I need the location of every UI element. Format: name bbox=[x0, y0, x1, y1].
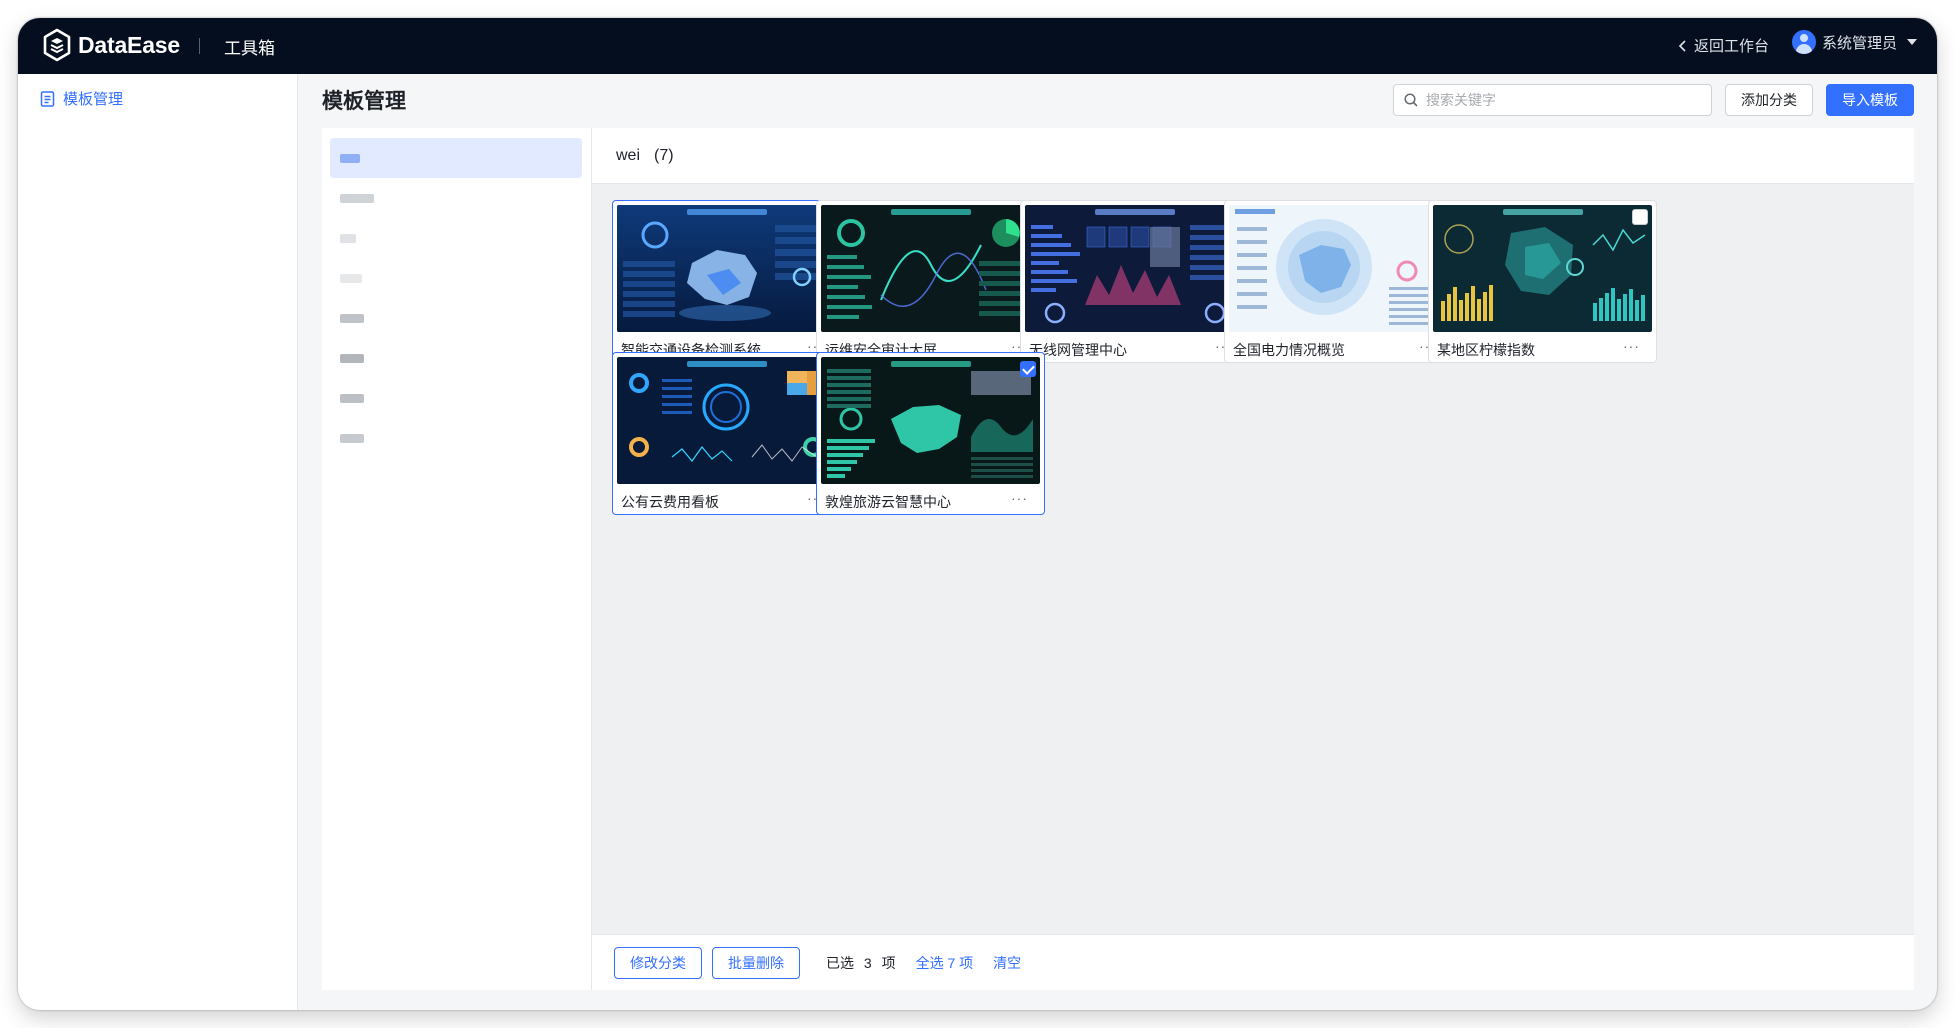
edit-category-button[interactable]: 修改分类 bbox=[614, 946, 702, 979]
category-item[interactable] bbox=[330, 418, 582, 458]
template-name: 公有云费用看板 bbox=[621, 494, 719, 510]
group-header: wei (7) bbox=[592, 128, 1914, 184]
group-name: wei bbox=[616, 146, 641, 164]
category-label-redacted bbox=[340, 273, 362, 283]
category-label-redacted bbox=[340, 193, 374, 203]
category-item[interactable] bbox=[330, 138, 582, 178]
template-card[interactable]: 公有云费用看板··· bbox=[612, 352, 841, 515]
group-count: (7) bbox=[654, 146, 674, 164]
category-list bbox=[322, 128, 591, 990]
add-category-button[interactable]: 添加分类 bbox=[1725, 84, 1813, 116]
caret-down-icon bbox=[1907, 39, 1918, 45]
template-grid-panel: wei (7) 智能交通设备检测系统···运维安全审计大屏···无线网管理中心·… bbox=[591, 128, 1914, 990]
template-thumbnail bbox=[617, 205, 836, 332]
chevron-left-icon bbox=[1678, 39, 1686, 52]
selected-suffix: 项 bbox=[881, 954, 896, 971]
user-name: 系统管理员 bbox=[1822, 34, 1898, 52]
sidebar: 模板管理 bbox=[18, 74, 298, 1010]
template-thumbnail bbox=[617, 357, 836, 484]
template-thumbnail bbox=[1229, 205, 1448, 332]
template-card[interactable]: 敦煌旅游云智慧中心 ··· bbox=[816, 352, 1045, 515]
avatar bbox=[1792, 30, 1816, 54]
section-title: 工具箱 bbox=[224, 39, 275, 58]
category-label-redacted bbox=[340, 313, 364, 323]
template-card[interactable]: 无线网管理中心··· bbox=[1020, 200, 1249, 363]
template-thumbnail bbox=[1025, 205, 1244, 332]
selected-count: 3 bbox=[863, 954, 872, 971]
selected-prefix: 已选 bbox=[826, 954, 854, 971]
template-name: 某地区柠檬指数 bbox=[1437, 342, 1535, 358]
template-thumbnail bbox=[1433, 205, 1652, 332]
search-box[interactable] bbox=[1393, 84, 1712, 116]
back-label: 返回工作台 bbox=[1694, 38, 1770, 55]
category-item[interactable] bbox=[330, 378, 582, 418]
dataease-logo-icon bbox=[43, 28, 71, 62]
search-input[interactable] bbox=[1426, 92, 1686, 108]
sidebar-item-label: 模板管理 bbox=[63, 91, 124, 108]
sidebar-item-template-management[interactable]: 模板管理 bbox=[40, 88, 123, 109]
header-divider bbox=[199, 38, 200, 54]
template-name: 敦煌旅游云智慧中心 bbox=[825, 494, 951, 510]
category-item[interactable] bbox=[330, 338, 582, 378]
template-card[interactable]: 运维安全审计大屏··· bbox=[816, 200, 1045, 363]
template-thumbnail bbox=[821, 357, 1040, 484]
app-window: DataEase 工具箱 返回工作台 系统管理员 模板管理 模板管理 搜索关键字… bbox=[18, 18, 1937, 1010]
template-card[interactable]: 某地区柠檬指数 ··· bbox=[1428, 200, 1657, 363]
logo-text: DataEase bbox=[78, 31, 180, 58]
category-item[interactable] bbox=[330, 298, 582, 338]
clear-selection-link[interactable]: 清空 bbox=[993, 953, 1021, 973]
selection-summary: 已选 3 项 bbox=[826, 953, 896, 973]
more-options-icon[interactable]: ··· bbox=[1011, 490, 1028, 506]
category-label-redacted bbox=[340, 233, 356, 243]
top-header: DataEase 工具箱 返回工作台 系统管理员 bbox=[18, 18, 1937, 74]
template-card[interactable]: 全国电力情况概览··· bbox=[1224, 200, 1453, 363]
user-menu[interactable]: 系统管理员 bbox=[1792, 30, 1918, 54]
page-title: 模板管理 bbox=[322, 90, 406, 113]
category-item[interactable] bbox=[330, 258, 582, 298]
more-options-icon[interactable]: ··· bbox=[1623, 338, 1640, 354]
back-to-workbench-link[interactable]: 返回工作台 bbox=[1678, 35, 1769, 56]
category-label-redacted bbox=[340, 433, 364, 443]
category-label-redacted bbox=[340, 353, 364, 363]
template-name: 全国电力情况概览 bbox=[1233, 342, 1345, 358]
batch-action-bar: 修改分类 批量删除 已选 3 项 全选 7 项 清空 bbox=[592, 934, 1914, 990]
logo[interactable]: DataEase bbox=[42, 28, 180, 62]
category-item[interactable] bbox=[330, 218, 582, 258]
template-thumbnail bbox=[821, 205, 1040, 332]
template-card[interactable]: 智能交通设备检测系统··· bbox=[612, 200, 841, 363]
select-all-link[interactable]: 全选 7 项 bbox=[916, 953, 974, 973]
category-label-redacted bbox=[340, 153, 360, 163]
template-checkbox[interactable] bbox=[1020, 361, 1036, 377]
import-template-button[interactable]: 导入模板 bbox=[1826, 84, 1914, 116]
template-doc-icon bbox=[40, 90, 55, 107]
search-icon bbox=[1404, 93, 1418, 107]
category-item[interactable] bbox=[330, 178, 582, 218]
batch-delete-button[interactable]: 批量删除 bbox=[712, 946, 800, 979]
template-checkbox[interactable] bbox=[1632, 209, 1648, 225]
category-label-redacted bbox=[340, 393, 364, 403]
